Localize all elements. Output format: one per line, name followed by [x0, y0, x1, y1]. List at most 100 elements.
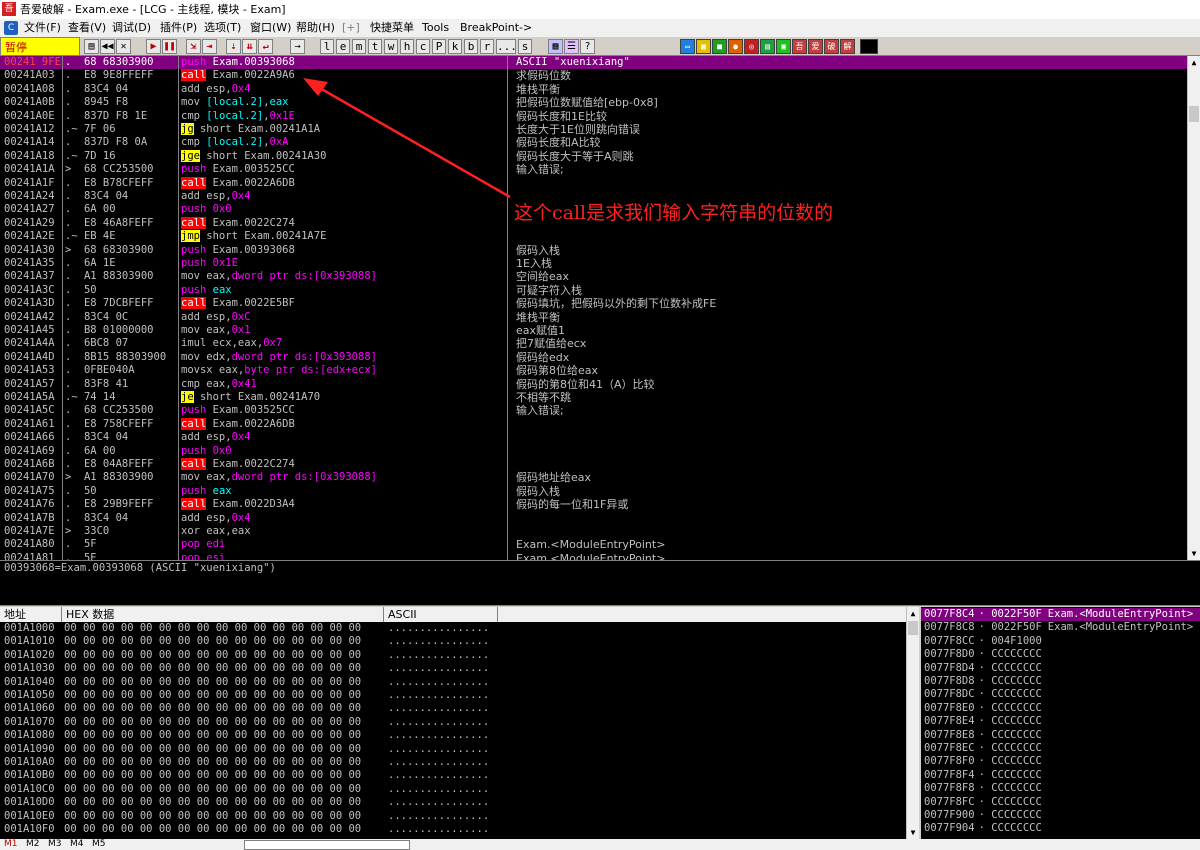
dump-row-hex[interactable]: 00 00 00 00 00 00 00 00 00 00 00 00 00 0…	[62, 810, 384, 823]
btn-callstack[interactable]: k	[448, 39, 462, 54]
dump-row-hex[interactable]: 00 00 00 00 00 00 00 00 00 00 00 00 00 0…	[62, 769, 384, 782]
cpu-row-address[interactable]: 00241A35	[0, 257, 62, 270]
cpu-row-address[interactable]: 00241A5C	[0, 404, 62, 417]
cpu-row-address[interactable]: 00241A66	[0, 431, 62, 444]
cpu-row-disassembly[interactable]: add esp,0xC	[179, 311, 508, 324]
cpu-row-address[interactable]: 00241A7E	[0, 525, 62, 538]
dump-row-ascii[interactable]: ................	[384, 702, 498, 715]
btn-log[interactable]: l	[320, 39, 334, 54]
dump-row-hex[interactable]: 00 00 00 00 00 00 00 00 00 00 00 00 00 0…	[62, 662, 384, 675]
cpu-comment[interactable]: 假码给edx	[508, 351, 1188, 364]
dump-row-address[interactable]: 001A1050	[0, 689, 62, 702]
cpu-comment[interactable]: 把假码位数赋值给[ebp-0x8]	[508, 96, 1188, 109]
dump-row-hex[interactable]: 00 00 00 00 00 00 00 00 00 00 00 00 00 0…	[62, 702, 384, 715]
tab-m3[interactable]: M3	[48, 839, 62, 850]
cpu-row-address[interactable]: 00241A1F	[0, 177, 62, 190]
btn-patches[interactable]: P	[432, 39, 446, 54]
stack-row[interactable]: 0077F8D8 · CCCCCCCC	[921, 675, 1200, 688]
cpu-row-address[interactable]: 00241A08	[0, 83, 62, 96]
cpu-row-disassembly[interactable]: push eax	[179, 485, 508, 498]
dump-row-ascii[interactable]: ................	[384, 689, 498, 702]
scroll-thumb[interactable]	[1189, 106, 1199, 122]
dump-row-ascii[interactable]: ................	[384, 716, 498, 729]
cpu-row-hex[interactable]: > 33C0	[63, 525, 179, 538]
cpu-row-disassembly[interactable]: xor eax,eax	[179, 525, 508, 538]
stack-row[interactable]: 0077F8EC · CCCCCCCC	[921, 742, 1200, 755]
cpu-row-hex[interactable]: . 83C4 0C	[63, 311, 179, 324]
cpu-row-disassembly[interactable]: jmp short Exam.00241A7E	[179, 230, 508, 243]
dump-row-hex[interactable]: 00 00 00 00 00 00 00 00 00 00 00 00 00 0…	[62, 743, 384, 756]
menu-shortcut[interactable]: 快捷菜单	[370, 19, 414, 37]
black-icon[interactable]	[860, 39, 878, 54]
cpu-row-disassembly[interactable]: push Exam.003525CC	[179, 404, 508, 417]
tab-m4[interactable]: M4	[70, 839, 84, 850]
dump-header-ascii[interactable]: ASCII	[384, 607, 498, 622]
dump-row-ascii[interactable]: ................	[384, 796, 498, 809]
btn-threads[interactable]: t	[368, 39, 382, 54]
cpu-row-disassembly[interactable]: push Exam.003525CC	[179, 163, 508, 176]
menu-plus[interactable]: [+]	[342, 19, 360, 37]
dump-header-hex[interactable]: HEX 数据	[62, 607, 384, 622]
cpu-scrollbar[interactable]: ▲ ▼	[1187, 56, 1200, 560]
menu-tools[interactable]: Tools	[422, 19, 449, 37]
cpu-row-disassembly[interactable]: call Exam.0022D3A4	[179, 498, 508, 511]
cpu-row-hex[interactable]: . 50	[63, 284, 179, 297]
dump-row-hex[interactable]: 00 00 00 00 00 00 00 00 00 00 00 00 00 0…	[62, 783, 384, 796]
goto-icon[interactable]: →	[290, 39, 305, 54]
cpu-row-hex[interactable]: . E8 29B9FEFF	[63, 498, 179, 511]
dump-row-ascii[interactable]: ................	[384, 823, 498, 836]
cpu-comment[interactable]: ASCII "xuenixiang"	[508, 56, 1188, 70]
grid-icon[interactable]: ▦	[548, 39, 563, 54]
dump-row-address[interactable]: 001A1000	[0, 622, 62, 635]
cpu-comment[interactable]: 把7赋值给ecx	[508, 337, 1188, 350]
ai-icon[interactable]: 爱	[808, 39, 823, 54]
menu-help[interactable]: 帮助(H)	[296, 19, 335, 37]
cpu-row-disassembly[interactable]: push 0x1E	[179, 257, 508, 270]
cpu-row-hex[interactable]: > 68 68303900	[63, 244, 179, 257]
cpu-comment[interactable]: Exam.<ModuleEntryPoint>	[508, 538, 1188, 551]
dump-row-ascii[interactable]: ................	[384, 649, 498, 662]
cpu-row-address[interactable]: 00241A57	[0, 378, 62, 391]
cpu-comment[interactable]: 假码填坑，把假码以外的剩下位数补成FE	[508, 297, 1188, 310]
btn-references[interactable]: r	[480, 39, 494, 54]
cpu-row-hex[interactable]: . 6BC8 07	[63, 337, 179, 350]
dump-scroll-up-icon[interactable]: ▲	[907, 607, 919, 620]
stack-pane[interactable]: 0077F8C4 · 0022F50F Exam.<ModuleEntryPoint…	[921, 607, 1200, 839]
dump-row-address[interactable]: 001A1070	[0, 716, 62, 729]
cpu-row-disassembly[interactable]: call Exam.0022C274	[179, 458, 508, 471]
stack-row[interactable]: 0077F8C8 · 0022F50F Exam.<ModuleEntryPoint…	[921, 621, 1200, 634]
cpu-row-disassembly[interactable]: call Exam.0022A6DB	[179, 417, 508, 431]
cpu-comment[interactable]: 长度大于1E位则跳向错误	[508, 123, 1188, 136]
restart-icon[interactable]: ◀◀	[100, 39, 115, 54]
cpu-row-disassembly[interactable]: imul ecx,eax,0x7	[179, 337, 508, 350]
cpu-row-disassembly[interactable]: push 0x0	[179, 445, 508, 458]
cpu-row-disassembly[interactable]: push Exam.00393068	[179, 244, 508, 257]
cpu-row-hex[interactable]: > A1 88303900	[63, 471, 179, 484]
dump-row-address[interactable]: 001A10B0	[0, 769, 62, 782]
dump-row-address[interactable]: 001A10C0	[0, 783, 62, 796]
dump-row-ascii[interactable]: ................	[384, 810, 498, 823]
cpu-comment[interactable]: 假码的每一位和1F异或	[508, 498, 1188, 511]
cpu-row-disassembly[interactable]: add esp,0x4	[179, 512, 508, 525]
cpu-row-hex[interactable]: . E8 7DCBFEFF	[63, 297, 179, 310]
cpu-comment[interactable]: eax赋值1	[508, 324, 1188, 337]
btn-exec-modules[interactable]: e	[336, 39, 350, 54]
dump-row-address[interactable]: 001A1080	[0, 729, 62, 742]
cpu-comment[interactable]: 输入错误;	[508, 404, 1188, 417]
cpu-row-disassembly[interactable]: cmp [local.2],0x1E	[179, 110, 508, 123]
command-input[interactable]	[244, 840, 410, 850]
dump-row-hex[interactable]: 00 00 00 00 00 00 00 00 00 00 00 00 00 0…	[62, 635, 384, 648]
tab-m5[interactable]: M5	[92, 839, 106, 850]
cpu-row-address[interactable]: 00241A42	[0, 311, 62, 324]
dump-header-address[interactable]: 地址	[0, 607, 62, 622]
dump-scrollbar[interactable]: ▲ ▼	[906, 607, 919, 839]
address-column[interactable]: 00241 9FE 00241A03 00241A08 00241A0B 00241A0…	[0, 56, 62, 564]
cpu-row-address[interactable]: 00241A27	[0, 203, 62, 216]
cpu-row-disassembly[interactable]: jge short Exam.00241A30	[179, 149, 508, 163]
dump-row-hex[interactable]: 00 00 00 00 00 00 00 00 00 00 00 00 00 0…	[62, 796, 384, 809]
cpu-row-address[interactable]: 00241A76	[0, 498, 62, 511]
step-into-icon[interactable]: ⇲	[186, 39, 201, 54]
cpu-disassembly-pane[interactable]: 00241 9FE 00241A03 00241A08 00241A0B 00241A0…	[0, 56, 1200, 565]
tab-m2[interactable]: M2	[26, 839, 40, 850]
menu-plugins[interactable]: 插件(P)	[160, 19, 197, 37]
